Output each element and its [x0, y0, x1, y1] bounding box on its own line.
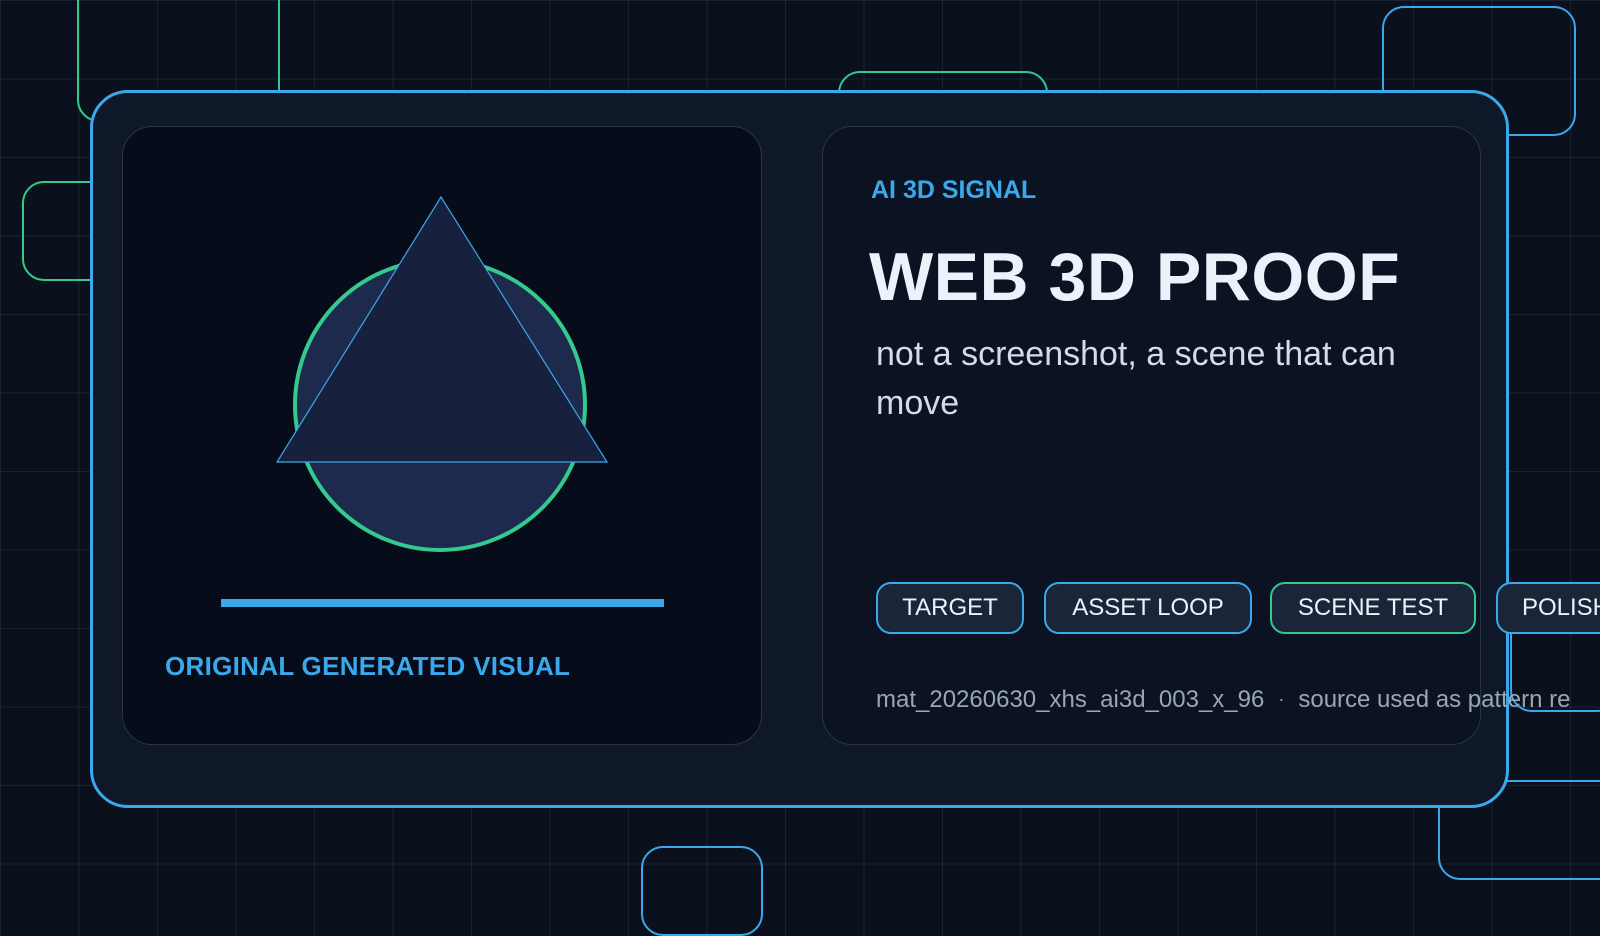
tag-scene-test[interactable]: SCENE TEST	[1270, 582, 1476, 634]
eyebrow-label: AI 3D SIGNAL	[871, 176, 1037, 204]
progress-bar	[221, 599, 664, 607]
tag-asset-loop[interactable]: ASSET LOOP	[1044, 582, 1252, 634]
separator-dot: ·	[1278, 689, 1285, 709]
decorative-outline	[641, 846, 763, 936]
subtitle: not a screenshot, a scene that can move	[876, 335, 1396, 422]
info-panel	[822, 126, 1481, 745]
visual-panel: ORIGINAL GENERATED VISUAL	[122, 126, 762, 745]
source-note: source used as pattern re	[1298, 686, 1571, 713]
material-id: mat_20260630_xhs_ai3d_003_x_96	[876, 686, 1265, 713]
visual-caption: ORIGINAL GENERATED VISUAL	[165, 651, 571, 681]
tag-list: TARGET ASSET LOOP SCENE TEST POLISH	[876, 582, 1600, 638]
source-footer: mat_20260630_xhs_ai3d_003_x_96 · source us…	[876, 686, 1600, 718]
tag-polish[interactable]: POLISH	[1496, 582, 1600, 634]
tag-target[interactable]: TARGET	[876, 582, 1024, 634]
page-title: WEB 3D PROOF	[869, 239, 1401, 315]
